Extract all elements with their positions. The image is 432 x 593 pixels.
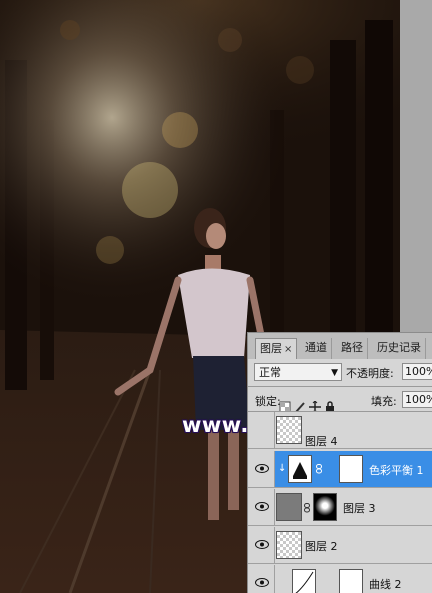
layer-mask-thumbnail	[339, 569, 363, 593]
clip-arrow-icon: ↓	[278, 463, 287, 474]
visibility-toggle[interactable]	[248, 489, 275, 525]
lock-transparent-icon[interactable]	[279, 398, 291, 412]
eye-icon	[255, 540, 269, 549]
layer-row[interactable]: 曲线 2	[248, 565, 432, 593]
layer-name: 图层 4	[305, 435, 338, 448]
layer-row-selected[interactable]: ↓ 色彩平衡 1	[248, 451, 432, 488]
tab-layers[interactable]: 图层 ×	[255, 338, 298, 359]
canvas-area: www.68ps.com 图层× 通道 路径 历史记录 正常 ▼ 不透明度: 1…	[0, 0, 432, 593]
adjustment-thumbnail	[288, 455, 312, 483]
fill-label: 填充:	[371, 395, 397, 408]
layer-name: 图层 2	[305, 540, 338, 553]
fill-input[interactable]: 100%	[402, 391, 432, 408]
lock-icon[interactable]	[324, 398, 336, 413]
lock-label: 锁定:	[255, 395, 281, 408]
chain-link-icon	[304, 503, 310, 513]
divider	[248, 386, 432, 387]
layer-mask-thumbnail	[313, 493, 337, 521]
layer-thumbnail	[276, 531, 302, 559]
dropdown-arrow-icon: ▼	[331, 368, 338, 378]
eye-icon	[255, 578, 269, 587]
lock-icons	[279, 393, 339, 413]
opacity-input[interactable]: 100%	[402, 363, 432, 380]
layer-thumbnail	[276, 493, 302, 521]
tab-layers-label: 图层	[260, 342, 282, 355]
layer-thumbnail	[276, 416, 302, 444]
blend-mode-value: 正常	[259, 366, 281, 379]
blend-mode-select[interactable]: 正常 ▼	[254, 363, 342, 381]
tab-channels-label: 通道	[305, 341, 327, 354]
layers-panel: 图层× 通道 路径 历史记录 正常 ▼ 不透明度: 100% 锁定:	[247, 332, 432, 593]
brush-lock-icon[interactable]	[294, 398, 306, 413]
layer-name: 色彩平衡 1	[369, 464, 424, 477]
tab-paths-label: 路径	[341, 341, 363, 354]
layer-row[interactable]: 图层 3	[248, 489, 432, 526]
visibility-toggle[interactable]	[248, 527, 275, 563]
chain-link-icon	[316, 464, 322, 474]
eye-icon	[255, 502, 269, 511]
eye-icon	[255, 464, 269, 473]
canvas-background-gray	[400, 0, 432, 332]
layer-name: 图层 3	[343, 502, 376, 515]
close-icon[interactable]: ×	[284, 344, 292, 355]
visibility-toggle[interactable]	[248, 565, 275, 593]
layer-mask-thumbnail	[339, 455, 363, 483]
move-lock-icon[interactable]	[309, 398, 321, 413]
tab-history[interactable]: 历史记录	[373, 338, 426, 359]
tab-paths[interactable]: 路径	[337, 338, 368, 359]
layer-row[interactable]: 图层 4	[248, 412, 432, 449]
opacity-label: 不透明度:	[346, 367, 394, 380]
visibility-toggle[interactable]	[248, 412, 275, 448]
curves-thumbnail	[292, 569, 316, 593]
tab-channels[interactable]: 通道	[301, 338, 332, 359]
panel-tabs: 图层 × 通道 路径 历史记录	[248, 333, 432, 359]
tab-history-label: 历史记录	[377, 341, 421, 354]
layer-name: 曲线 2	[369, 578, 402, 591]
visibility-toggle[interactable]	[248, 451, 275, 487]
layer-row[interactable]: 图层 2	[248, 527, 432, 564]
